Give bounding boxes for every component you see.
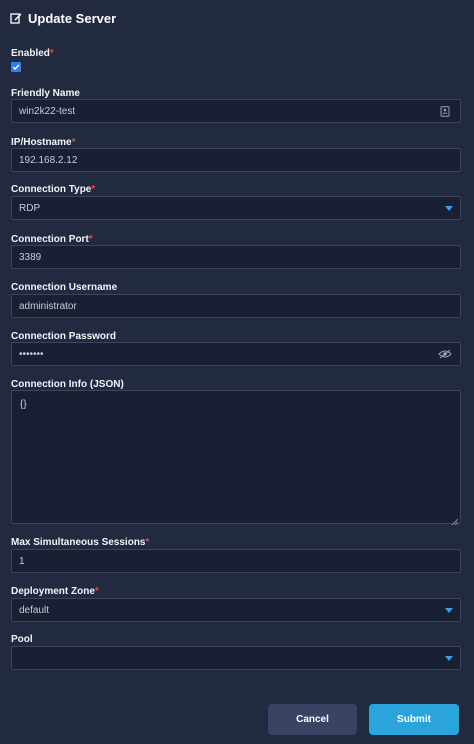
friendly-name-input[interactable]: win2k22-test bbox=[11, 99, 461, 123]
ip-hostname-value: 192.168.2.12 bbox=[19, 154, 78, 166]
max-sessions-input[interactable]: 1 bbox=[11, 549, 461, 573]
connection-password-label: Connection Password bbox=[11, 331, 116, 342]
connection-password-input[interactable]: ••••••• bbox=[11, 342, 461, 366]
deployment-zone-label-text: Deployment Zone bbox=[11, 586, 95, 597]
pool-label-text: Pool bbox=[11, 634, 33, 645]
connection-info-label-text: Connection Info (JSON) bbox=[11, 379, 124, 390]
cancel-button[interactable]: Cancel bbox=[268, 704, 357, 735]
required-marker: * bbox=[49, 48, 54, 59]
max-sessions-value: 1 bbox=[19, 555, 25, 567]
deployment-zone-select[interactable]: default bbox=[11, 598, 461, 622]
connection-info-value: {} bbox=[20, 399, 27, 410]
submit-button[interactable]: Submit bbox=[369, 704, 459, 735]
ip-hostname-label: IP/Hostname* bbox=[11, 137, 75, 148]
connection-username-input[interactable]: administrator bbox=[11, 294, 461, 318]
resize-handle-icon[interactable] bbox=[451, 514, 459, 526]
deployment-zone-value: default bbox=[19, 604, 50, 616]
connection-info-label: Connection Info (JSON) bbox=[11, 379, 124, 390]
connection-password-value: ••••••• bbox=[19, 348, 44, 360]
enabled-label: Enabled* bbox=[11, 48, 54, 59]
friendly-name-label: Friendly Name bbox=[11, 88, 80, 99]
connection-type-label: Connection Type* bbox=[11, 184, 95, 195]
pool-label: Pool bbox=[11, 634, 33, 645]
dialog-title-text: Update Server bbox=[28, 10, 117, 26]
connection-port-label: Connection Port* bbox=[11, 234, 93, 245]
checkmark-icon bbox=[12, 64, 20, 71]
connection-type-value: RDP bbox=[19, 202, 41, 214]
connection-info-textarea[interactable]: {} bbox=[11, 390, 461, 526]
edit-icon bbox=[10, 12, 22, 24]
required-marker: * bbox=[91, 184, 96, 195]
dialog-title: Update Server bbox=[10, 9, 116, 27]
required-marker: * bbox=[145, 537, 150, 548]
required-marker: * bbox=[94, 586, 99, 597]
connection-username-label: Connection Username bbox=[11, 282, 117, 293]
eye-slash-icon[interactable] bbox=[438, 347, 452, 361]
friendly-name-label-text: Friendly Name bbox=[11, 88, 80, 99]
ip-hostname-input[interactable]: 192.168.2.12 bbox=[11, 148, 461, 172]
connection-port-value: 3389 bbox=[19, 251, 42, 263]
connection-username-label-text: Connection Username bbox=[11, 282, 118, 293]
connection-type-label-text: Connection Type bbox=[11, 184, 92, 195]
required-marker: * bbox=[88, 234, 93, 245]
friendly-name-value: win2k22-test bbox=[19, 105, 76, 117]
ip-hostname-label-text: IP/Hostname bbox=[11, 137, 72, 148]
chevron-down-icon[interactable] bbox=[445, 205, 453, 211]
enabled-label-text: Enabled bbox=[11, 48, 50, 59]
connection-password-label-text: Connection Password bbox=[11, 331, 117, 342]
max-sessions-label-text: Max Simultaneous Sessions bbox=[11, 537, 146, 548]
deployment-zone-label: Deployment Zone* bbox=[11, 586, 99, 597]
connection-type-select[interactable]: RDP bbox=[11, 196, 461, 220]
required-marker: * bbox=[71, 137, 76, 148]
enabled-checkbox[interactable] bbox=[11, 62, 21, 72]
chevron-down-icon[interactable] bbox=[445, 607, 453, 613]
pool-select[interactable] bbox=[11, 646, 461, 670]
chevron-down-icon[interactable] bbox=[445, 655, 453, 661]
connection-username-value: administrator bbox=[19, 300, 77, 312]
max-sessions-label: Max Simultaneous Sessions* bbox=[11, 537, 149, 548]
connection-port-input[interactable]: 3389 bbox=[11, 245, 461, 269]
contact-card-icon[interactable] bbox=[438, 104, 452, 118]
connection-port-label-text: Connection Port bbox=[11, 234, 89, 245]
